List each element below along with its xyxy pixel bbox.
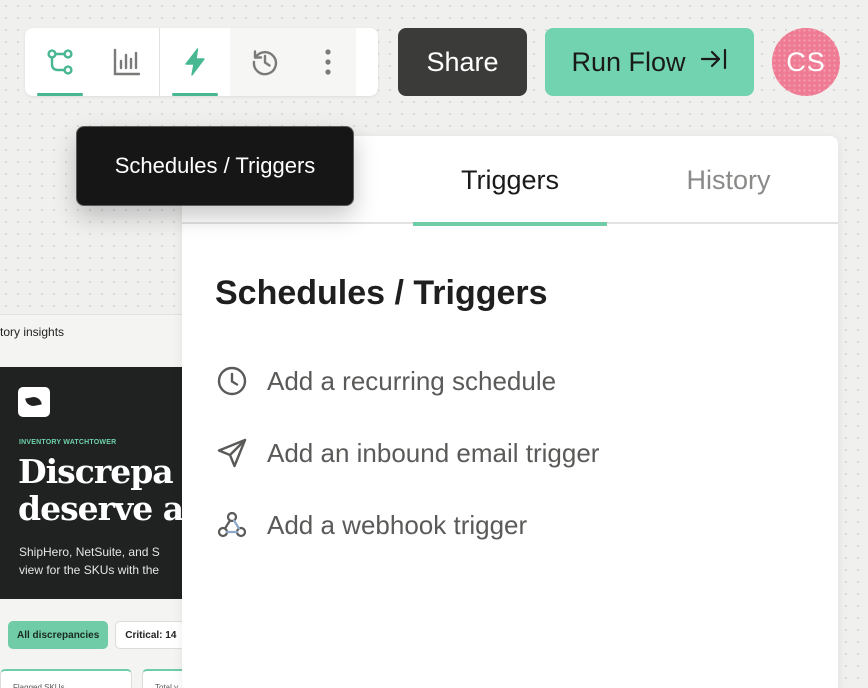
toolbar-group-views <box>25 28 159 96</box>
preview-headline: Discrepa deserve a <box>18 453 200 527</box>
history-button[interactable] <box>230 28 300 96</box>
preview-hero: INVENTORY WATCHTOWER Discrepa deserve a … <box>0 367 200 599</box>
preview-headline-line: deserve a <box>18 489 184 528</box>
add-recurring-schedule-option[interactable]: Add a recurring schedule <box>215 357 556 405</box>
analytics-view-button[interactable] <box>95 28 159 96</box>
preview-body-line: ShipHero, NetSuite, and S <box>19 545 160 559</box>
flow-view-button[interactable] <box>25 28 95 96</box>
bar-chart-icon <box>112 47 142 77</box>
toolbar-group-actions <box>160 28 356 96</box>
option-label: Add a webhook trigger <box>267 509 528 540</box>
more-vertical-icon <box>323 47 333 77</box>
add-webhook-trigger-option[interactable]: Add a webhook trigger <box>215 501 527 549</box>
stat-card-flagged-skus: Flagged SKUs <box>0 669 132 688</box>
preview-body: ShipHero, NetSuite, and S view for the S… <box>19 543 200 579</box>
chip-critical[interactable]: Critical: 14 <box>115 621 187 649</box>
triggers-button[interactable] <box>160 28 230 96</box>
triggers-tooltip: Schedules / Triggers <box>76 126 354 206</box>
send-icon <box>215 436 249 470</box>
clock-icon <box>215 364 249 398</box>
webhook-icon <box>215 508 249 542</box>
panel-heading: Schedules / Triggers <box>215 274 548 312</box>
more-options-button[interactable] <box>300 28 356 96</box>
user-avatar[interactable]: CS <box>772 28 840 96</box>
flow-icon <box>45 47 75 77</box>
lightning-icon <box>180 47 210 77</box>
option-label: Add an inbound email trigger <box>267 437 600 468</box>
tab-history[interactable]: History <box>636 136 821 224</box>
run-flow-label: Run Flow <box>571 46 686 77</box>
preview-stats: Flagged SKUs Total v <box>0 669 200 688</box>
preview-body-line: view for the SKUs with the <box>19 563 160 577</box>
arrow-right-to-bar-icon <box>700 47 728 78</box>
option-label: Add a recurring schedule <box>267 365 557 396</box>
share-button[interactable]: Share <box>398 28 527 96</box>
preview-eyebrow: INVENTORY WATCHTOWER <box>19 439 117 446</box>
chip-all-discrepancies[interactable]: All discrepancies <box>8 621 109 649</box>
app-preview-card: tory insights INVENTORY WATCHTOWER Discr… <box>0 314 200 688</box>
triggers-panel: Triggers History Schedules / Triggers Ad… <box>182 136 838 688</box>
view-toolbar <box>25 28 378 96</box>
tab-triggers[interactable]: Triggers <box>413 136 607 226</box>
preview-headline-line: Discrepa <box>18 452 174 491</box>
preview-logo-icon <box>18 387 50 417</box>
run-flow-button[interactable]: Run Flow <box>545 28 754 96</box>
preview-filter-chips: All discrepancies Critical: 14 <box>8 621 187 649</box>
add-inbound-email-trigger-option[interactable]: Add an inbound email trigger <box>215 429 599 477</box>
preview-title: tory insights <box>0 325 65 339</box>
history-icon <box>250 47 280 77</box>
